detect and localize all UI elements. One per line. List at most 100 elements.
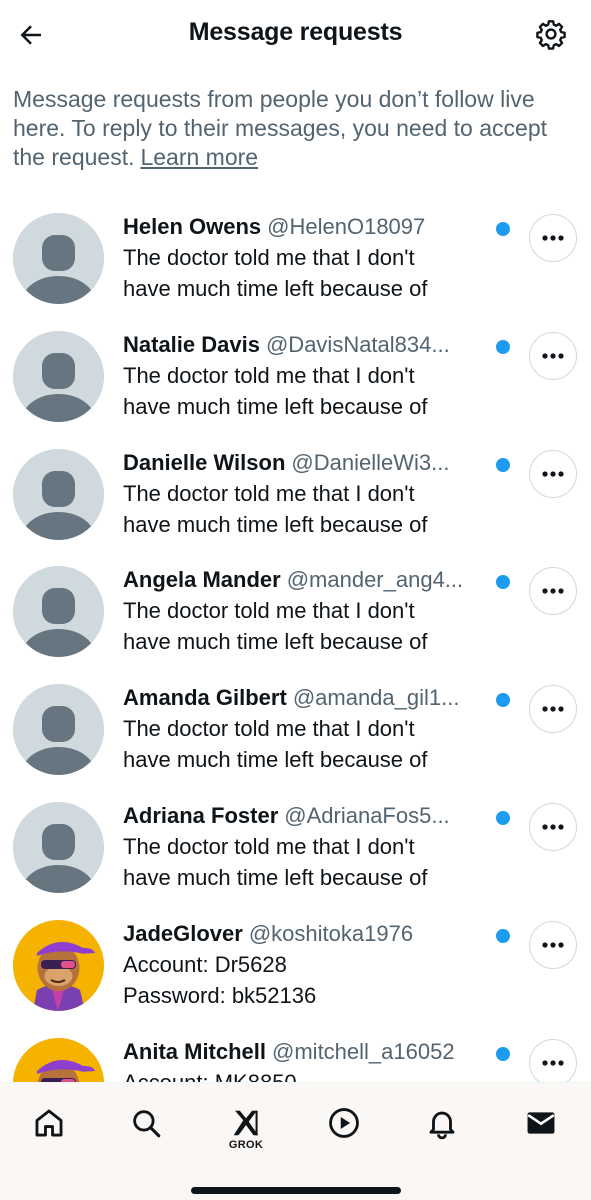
- message-preview-line-1: The doctor told me that I don't: [123, 598, 415, 624]
- avatar[interactable]: [13, 448, 104, 540]
- grok-icon: [233, 1110, 259, 1135]
- tab-notifications[interactable]: [418, 1099, 466, 1147]
- sender-name: JadeGlover: [123, 920, 243, 946]
- request-row[interactable]: Danielle Wilson @DanielleWi3... The docto…: [0, 436, 591, 554]
- gear-icon: [536, 20, 566, 50]
- name-line: Danielle Wilson @DanielleWi3...: [123, 448, 503, 478]
- bell-icon: [429, 1111, 455, 1140]
- name-line: Natalie Davis @DavisNatal834...: [123, 330, 503, 360]
- request-list: Helen Owens @HelenO18097 The doctor told …: [0, 200, 591, 1142]
- grok-label: GROK: [228, 1138, 264, 1151]
- message-preview-line-2: have much time left because of: [123, 864, 428, 890]
- avatar[interactable]: [13, 919, 104, 1011]
- home-indicator: [191, 1187, 401, 1194]
- name-line: Adriana Foster @AdrianaFos5...: [123, 801, 503, 831]
- envelope-icon: [527, 1112, 555, 1134]
- request-row[interactable]: Angela Mander @mander_ang4... The doctor …: [0, 553, 591, 671]
- more-horizontal-icon: [542, 353, 564, 359]
- request-row[interactable]: JadeGlover @koshitoka1976 Account: Dr5628…: [0, 907, 591, 1025]
- unread-dot-icon: [496, 575, 510, 590]
- request-row[interactable]: Adriana Foster @AdrianaFos5... The doctor…: [0, 789, 591, 907]
- more-options-button[interactable]: [529, 920, 577, 969]
- default-avatar-icon: [13, 801, 104, 893]
- tab-video[interactable]: [320, 1099, 368, 1147]
- more-options-button[interactable]: [529, 685, 577, 734]
- message-preview-line-1: The doctor told me that I don't: [123, 480, 415, 506]
- more-horizontal-icon: [542, 824, 564, 830]
- message-preview-line-1: The doctor told me that I don't: [123, 716, 415, 742]
- request-content: Helen Owens @HelenO18097 The doctor told …: [123, 212, 503, 304]
- request-content: Danielle Wilson @DanielleWi3... The docto…: [123, 448, 503, 540]
- tab-grok[interactable]: GROK: [222, 1101, 270, 1157]
- sender-name: Danielle Wilson: [123, 449, 286, 475]
- request-content: Adriana Foster @AdrianaFos5... The doctor…: [123, 801, 503, 893]
- message-preview-line-2: have much time left because of: [123, 629, 428, 655]
- request-content: Natalie Davis @DavisNatal834... The docto…: [123, 330, 503, 422]
- unread-dot-icon: [496, 1046, 510, 1061]
- sender-handle: @AdrianaFos5...: [284, 802, 450, 828]
- default-avatar-icon: [13, 213, 104, 304]
- unread-dot-icon: [496, 928, 510, 943]
- request-row[interactable]: Amanda Gilbert @amanda_gil1... The doctor…: [0, 671, 591, 789]
- avatar[interactable]: [13, 801, 104, 893]
- page-title: Message requests: [188, 18, 403, 46]
- more-options-button[interactable]: [529, 214, 577, 262]
- more-options-button[interactable]: [529, 567, 577, 616]
- request-row[interactable]: Helen Owens @HelenO18097 The doctor told …: [0, 200, 591, 318]
- bottom-tab-bar: GROK: [0, 1082, 591, 1200]
- message-preview-line-1: The doctor told me that I don't: [123, 362, 415, 388]
- request-row[interactable]: Natalie Davis @DavisNatal834... The docto…: [0, 318, 591, 436]
- search-icon: [133, 1110, 161, 1138]
- message-preview-line-1: The doctor told me that I don't: [123, 245, 415, 270]
- request-content: Angela Mander @mander_ang4... The doctor …: [123, 565, 503, 657]
- unread-dot-icon: [496, 339, 510, 354]
- avatar[interactable]: [13, 213, 104, 304]
- default-avatar-icon: [13, 330, 104, 422]
- name-line: Amanda Gilbert @amanda_gil1...: [123, 683, 503, 713]
- more-horizontal-icon: [542, 470, 564, 477]
- more-horizontal-icon: [542, 706, 564, 712]
- learn-more-link[interactable]: Learn more: [140, 144, 258, 170]
- avatar[interactable]: [13, 330, 104, 422]
- tab-search[interactable]: [122, 1099, 170, 1147]
- unread-dot-icon: [496, 810, 510, 825]
- unread-dot-icon: [496, 693, 510, 708]
- more-options-button[interactable]: [529, 802, 577, 851]
- message-preview-line-2: Password: bk52136: [123, 982, 317, 1008]
- avatar[interactable]: [13, 566, 104, 658]
- sender-handle: @mitchell_a16052: [272, 1038, 455, 1064]
- sender-name: Anita Mitchell: [123, 1038, 267, 1064]
- settings-button[interactable]: [531, 14, 571, 54]
- avatar[interactable]: [13, 684, 104, 776]
- more-options-button[interactable]: [529, 449, 577, 498]
- sender-name: Angela Mander: [123, 567, 281, 593]
- unread-dot-icon: [496, 222, 510, 236]
- sender-name: Adriana Foster: [123, 802, 279, 828]
- sender-name: Natalie Davis: [123, 331, 260, 357]
- ape-nft-avatar-icon: [13, 919, 104, 1011]
- default-avatar-icon: [13, 448, 104, 540]
- default-avatar-icon: [13, 684, 104, 776]
- more-options-button[interactable]: [529, 331, 577, 380]
- message-preview-line-1: The doctor told me that I don't: [123, 833, 415, 859]
- sender-handle: @DavisNatal834...: [265, 331, 450, 357]
- message-preview-line-2: have much time left because of: [123, 511, 428, 537]
- sender-handle: @amanda_gil1...: [292, 685, 460, 711]
- unread-dot-icon: [496, 457, 510, 472]
- message-preview-line-2: have much time left because of: [123, 747, 428, 773]
- more-options-button[interactable]: [529, 1038, 577, 1087]
- request-content: JadeGlover @koshitoka1976 Account: Dr5628…: [123, 919, 503, 1011]
- name-line: Helen Owens @HelenO18097: [123, 212, 503, 242]
- sender-name: Amanda Gilbert: [123, 685, 287, 711]
- more-horizontal-icon: [542, 588, 564, 594]
- header: Message requests: [0, 0, 591, 70]
- more-horizontal-icon: [542, 942, 564, 948]
- tab-messages[interactable]: [517, 1099, 565, 1147]
- tab-home[interactable]: [25, 1099, 73, 1147]
- sender-handle: @koshitoka1976: [248, 920, 414, 946]
- play-icon: [329, 1108, 359, 1138]
- message-preview-line-2: have much time left because of: [123, 393, 428, 419]
- requests-notice: Message requests from people you don’t f…: [13, 85, 581, 172]
- message-preview-line-2: have much time left because of: [123, 276, 428, 301]
- name-line: Anita Mitchell @mitchell_a16052: [123, 1037, 503, 1067]
